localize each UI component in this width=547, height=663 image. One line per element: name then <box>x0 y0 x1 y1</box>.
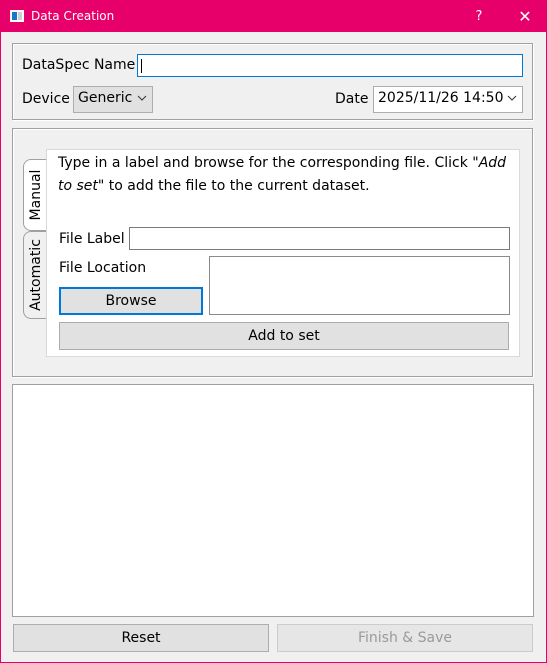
tab-manual-label: Manual <box>27 169 44 221</box>
tab-automatic-label: Automatic <box>27 239 44 311</box>
reset-button-label: Reset <box>121 630 161 646</box>
data-creation-window: Data Creation ? ✕ DataSpec Name Device G… <box>0 0 547 663</box>
manual-tab-pane: Type in a label and browse for the corre… <box>46 149 520 357</box>
tab-manual[interactable]: Manual <box>23 159 47 231</box>
file-label-label: File Label <box>59 231 125 247</box>
finish-save-label: Finish & Save <box>357 630 453 646</box>
tab-automatic[interactable]: Automatic <box>23 231 47 319</box>
browse-button-label: Browse <box>105 293 157 309</box>
finish-save-button[interactable]: Finish & Save <box>277 624 533 652</box>
add-to-set-button[interactable]: Add to set <box>59 322 509 350</box>
chevron-down-icon <box>506 91 518 105</box>
file-label-field[interactable] <box>129 227 510 250</box>
file-label-input[interactable] <box>130 228 509 249</box>
tab-bar: Manual Automatic <box>23 149 47 319</box>
window-title: Data Creation <box>31 9 115 23</box>
manual-instructions: Type in a label and browse for the corre… <box>58 152 508 198</box>
help-button[interactable]: ? <box>463 1 495 32</box>
date-picker[interactable]: 2025/11/26 14:50 <box>373 86 523 113</box>
dataspec-name-field[interactable] <box>137 54 523 77</box>
file-location-label: File Location <box>59 260 147 276</box>
date-label: Date <box>335 91 369 107</box>
browse-button[interactable]: Browse <box>59 287 203 315</box>
text-caret <box>141 59 142 73</box>
dataset-list[interactable] <box>12 384 534 617</box>
title-bar: Data Creation ? ✕ <box>1 1 546 32</box>
dataspec-name-label: DataSpec Name <box>22 57 136 73</box>
reset-button[interactable]: Reset <box>13 624 269 652</box>
instructions-text-end: " to add the file to the current dataset… <box>97 178 370 194</box>
chevron-down-icon <box>136 91 148 105</box>
file-location-display <box>209 256 510 315</box>
close-button[interactable]: ✕ <box>509 1 541 32</box>
app-icon <box>10 10 24 22</box>
device-value: Generic <box>78 90 133 106</box>
device-select[interactable]: Generic <box>73 86 153 113</box>
date-value: 2025/11/26 14:50 <box>378 90 504 106</box>
instructions-text-start: Type in a label and browse for the corre… <box>58 155 479 171</box>
dataspec-name-input[interactable] <box>138 55 522 76</box>
add-to-set-label: Add to set <box>248 328 320 344</box>
device-label: Device <box>22 91 70 107</box>
